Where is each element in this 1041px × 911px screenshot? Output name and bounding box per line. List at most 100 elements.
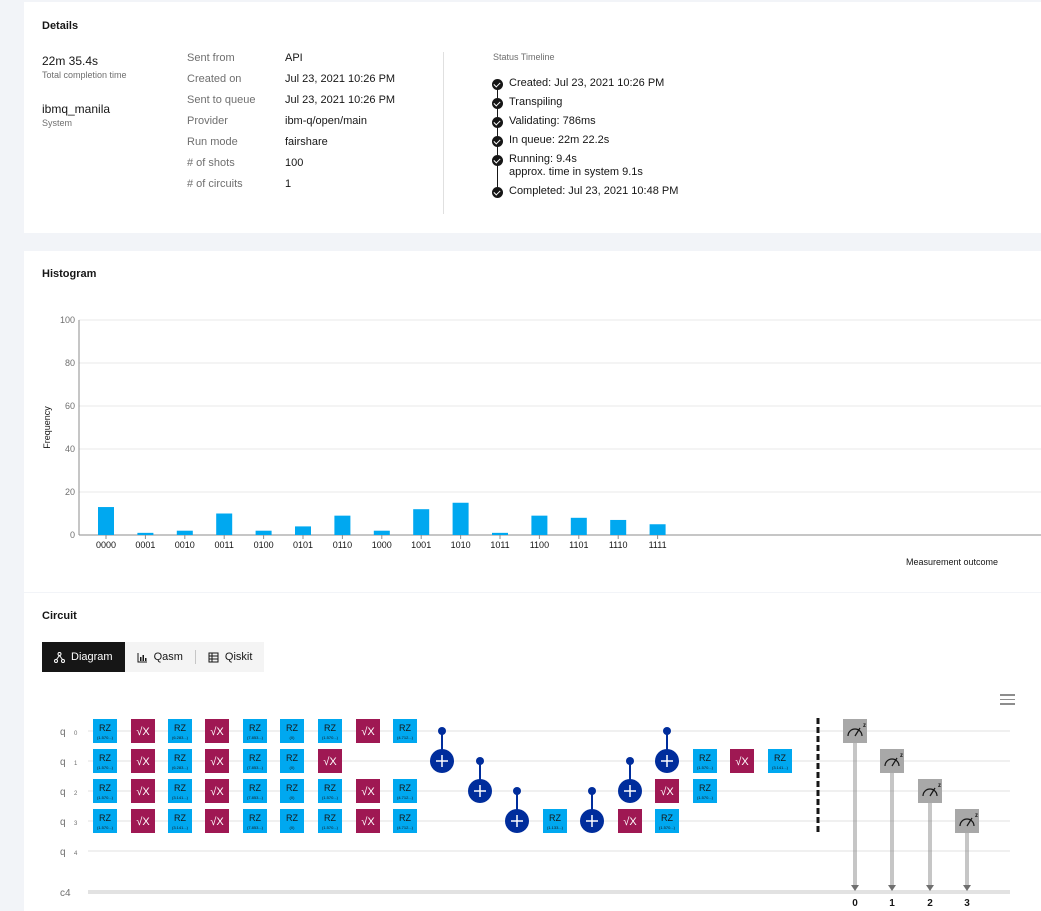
rz-gate-param: (0)	[290, 825, 296, 830]
timeline-item: Validating: 786ms	[509, 115, 596, 127]
details-divider	[443, 52, 444, 214]
bar	[255, 530, 272, 535]
rz-gate-label: RZ	[286, 813, 298, 823]
timeline-connector	[497, 127, 498, 136]
rz-gate-param: (1.570...)	[97, 765, 114, 770]
qubit-index: 3	[74, 821, 78, 827]
rz-gate-param: (3.141...)	[172, 825, 189, 830]
x-tick-label: 1011	[490, 540, 509, 550]
cx-control	[513, 787, 521, 795]
rz-gate-label: RZ	[661, 813, 673, 823]
x-tick-label: 0010	[175, 540, 195, 550]
x-tick-label: 0101	[293, 540, 313, 550]
rz-gate-param: (4.712...)	[397, 825, 414, 830]
rz-gate-label: RZ	[249, 783, 261, 793]
field-label: # of circuits	[187, 178, 243, 190]
rz-gate-param: (1.570...)	[322, 795, 339, 800]
measure-arrow	[851, 885, 859, 891]
x-tick-label: 0000	[96, 540, 116, 550]
timeline-check-icon	[492, 187, 503, 198]
timeline-item: Running: 9.4s	[509, 153, 577, 165]
qubit-label: q	[60, 757, 66, 768]
system-value: ibmq_manila	[42, 102, 111, 116]
qubit-label: q	[60, 847, 66, 858]
rz-gate-label: RZ	[249, 813, 261, 823]
timeline-item: Transpiling	[509, 96, 563, 108]
field-value: Jul 23, 2021 10:26 PM	[285, 73, 396, 85]
sx-gate-label: √X	[136, 816, 150, 828]
qubit-label: q	[60, 787, 66, 798]
cx-control	[663, 727, 671, 735]
meter-z-label: z	[938, 783, 941, 789]
bar	[531, 515, 548, 535]
rz-gate-label: RZ	[399, 723, 411, 733]
rz-gate-param: (7.853...)	[247, 825, 264, 830]
x-tick-label: 1101	[569, 540, 588, 550]
meter-z-label: z	[863, 723, 866, 729]
rz-gate-label: RZ	[249, 753, 261, 763]
sx-gate-label: √X	[735, 756, 749, 768]
bar	[570, 517, 587, 535]
qubit-index: 2	[74, 791, 78, 797]
measure-arrow	[926, 885, 934, 891]
rz-gate-param: (0)	[290, 735, 296, 740]
rz-gate-label: RZ	[399, 783, 411, 793]
rz-gate-param: (0)	[290, 765, 296, 770]
qubit-index: 1	[74, 761, 78, 767]
rz-gate-label: RZ	[174, 723, 186, 733]
rz-gate-param: (7.853...)	[247, 765, 264, 770]
qubit-index: 4	[74, 851, 78, 857]
cx-control	[438, 727, 446, 735]
tab-qasm-label: Qasm	[153, 651, 183, 663]
field-label: Sent to queue	[187, 94, 256, 106]
system-label: System	[42, 118, 73, 128]
sx-gate-label: √X	[660, 786, 674, 798]
bar	[452, 502, 469, 535]
y-tick-label: 60	[65, 401, 75, 411]
rz-gate-label: RZ	[99, 783, 111, 793]
qubit-label: q	[60, 727, 66, 738]
x-tick-label: 0011	[215, 540, 234, 550]
cx-control	[476, 757, 484, 765]
sx-gate-label: √X	[210, 726, 224, 738]
y-tick-label: 0	[70, 530, 75, 540]
sx-gate-label: √X	[136, 726, 150, 738]
rz-gate-label: RZ	[99, 753, 111, 763]
timeline-item: In queue: 22m 22.2s	[509, 134, 610, 146]
rz-gate-param: (1.570...)	[97, 825, 114, 830]
rz-gate-label: RZ	[324, 813, 336, 823]
cx-control	[588, 787, 596, 795]
timeline-connector	[497, 89, 498, 98]
rz-gate-param: (4.712...)	[397, 735, 414, 740]
field-value: ibm-q/open/main	[285, 115, 367, 127]
tab-qasm[interactable]: Qasm	[125, 642, 195, 672]
rz-gate-param: (7.853...)	[247, 735, 264, 740]
bar	[137, 532, 154, 535]
x-tick-label: 1001	[411, 540, 431, 550]
rz-gate-label: RZ	[774, 753, 786, 763]
tab-qiskit[interactable]: Qiskit	[196, 642, 265, 672]
rz-gate-param: (3.141...)	[172, 795, 189, 800]
classical-bit-label: 0	[852, 898, 858, 909]
rz-gate-param: (1.570...)	[97, 735, 114, 740]
field-label: Provider	[187, 115, 228, 127]
rz-gate-label: RZ	[174, 753, 186, 763]
circuit-tabs: Diagram Qasm Qiskit	[42, 642, 265, 672]
x-tick-label: 1010	[451, 540, 471, 550]
y-tick-label: 40	[65, 444, 75, 454]
bar	[413, 509, 430, 535]
rz-gate-label: RZ	[549, 813, 561, 823]
field-label: Run mode	[187, 136, 238, 148]
classical-bit-label: 1	[889, 898, 895, 909]
tab-diagram[interactable]: Diagram	[42, 642, 125, 672]
timeline-connector	[497, 108, 498, 117]
rz-gate-label: RZ	[286, 783, 298, 793]
sx-gate-label: √X	[210, 786, 224, 798]
completion-time-value: 22m 35.4s	[42, 54, 99, 68]
rz-gate-label: RZ	[286, 753, 298, 763]
histogram-chart: 0 20 40 60 80 100 Frequency 0000 0001 0010 0011 010…	[42, 315, 1041, 567]
field-value: Jul 23, 2021 10:26 PM	[285, 94, 396, 106]
sx-gate-label: √X	[210, 756, 224, 768]
meter-z-label: z	[975, 813, 978, 819]
circuit-title: Circuit	[42, 610, 77, 622]
